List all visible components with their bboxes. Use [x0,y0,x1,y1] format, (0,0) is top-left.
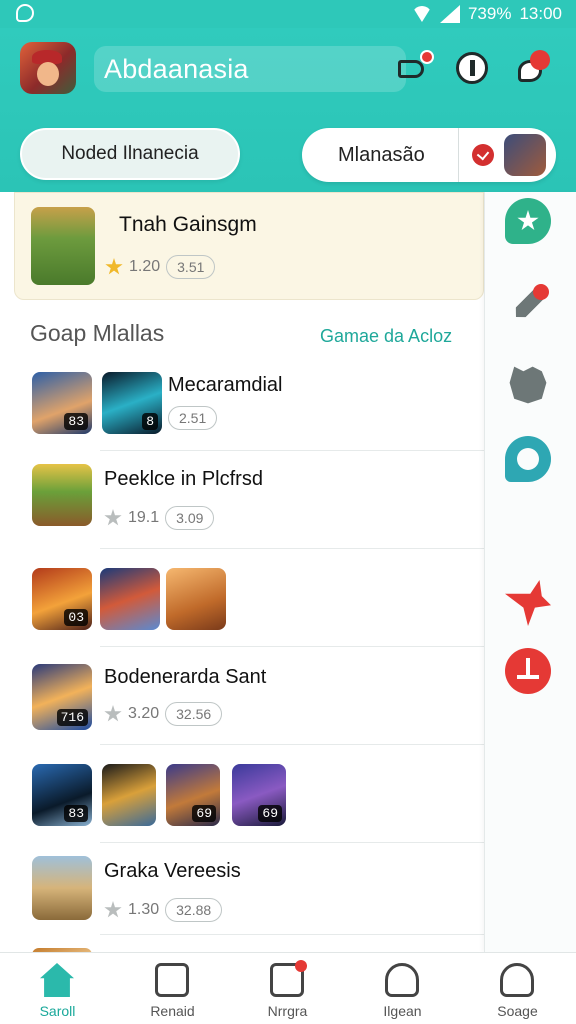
app-header: Abdaanasia Noded Ilnanecia Mlanasão [0,28,576,192]
game-thumbnail: 8 [102,372,162,434]
app-title: Abdaanasia [94,46,406,92]
list-item-rating: 19.1 [128,509,160,526]
game-thumbnail: 83 [32,764,92,826]
pen-icon[interactable] [505,284,551,330]
alert-icon[interactable] [505,648,551,694]
game-thumbnail: 03 [32,568,92,630]
game-thumbnail [32,856,92,920]
star-icon [104,705,122,722]
wifi-icon [412,6,432,22]
home-icon [40,963,74,997]
filter-pill-right[interactable]: Mlanasão [302,128,556,182]
notification-dot [420,50,434,64]
mini-avatar[interactable] [504,134,546,176]
game-thumbnail [102,764,156,826]
puzzle-icon[interactable] [509,366,547,404]
game-thumbnail: 83 [32,372,92,434]
game-thumbnail [32,464,92,526]
star-icon [104,901,122,918]
game-thumbnail: 69 [232,764,286,826]
featured-card[interactable]: Tnah Gainsgm 1.20 3.51 [14,192,484,300]
game-thumbnail: 716 [32,664,92,730]
search-icon[interactable] [454,50,492,88]
game-thumbnail [100,568,160,630]
featured-rating: 1.20 [129,258,161,275]
heart-icon[interactable] [472,144,494,166]
clock: 13:00 [519,4,562,23]
list-item[interactable]: 716 Bodenerarda Sant 3.20 32.56 [0,662,484,746]
nav-item-soage[interactable]: Soage [460,953,575,1024]
frame-icon [155,963,189,997]
list-item[interactable]: Peeklce in Plcfrsd 19.1 3.09 [0,464,484,548]
featured-thumbnail [31,207,95,285]
list-item-rating: 3.20 [128,705,160,722]
list-item-badge: 32.88 [165,898,223,922]
game-list: Tnah Gainsgm 1.20 3.51 Goap Mlallas Gama… [0,192,484,952]
list-item-title: Bodenerarda Sant [104,666,267,688]
nav-item-ilgean[interactable]: Ilgean [345,953,460,1024]
search-user-icon [385,963,419,997]
game-thumbnail: 69 [166,764,220,826]
list-item-badge: 2.51 [168,406,218,430]
list-item-badge: 3.09 [165,506,215,530]
list-item[interactable]: 03 [0,566,484,650]
chat-notification-icon[interactable] [514,50,552,88]
profile-icon [500,963,534,997]
section-title: Goap Mlallas [30,320,165,346]
game-thumbnail [166,568,226,630]
section-link[interactable]: Gamae da Acloz [320,326,452,347]
list-item-title: Peeklce in Plcfrsd [104,468,263,490]
bottom-nav: Saroll Renaid Nrrgra Ilgean Soage [0,952,576,1024]
nav-item-renaid[interactable]: Renaid [115,953,230,1024]
list-item[interactable]: Graka Vereesis 1.30 32.88 [0,856,484,940]
featured-badge: 3.51 [166,255,216,279]
featured-title: Tnah Gainsgm [119,213,257,236]
pill-right-label: Mlanasão [338,144,425,166]
megaphone-icon[interactable] [396,50,434,88]
edit-icon [270,960,307,997]
battery-level: 739% [467,4,512,23]
star-icon [104,509,122,526]
list-item-title: Graka Vereesis [104,860,241,882]
side-rail [484,192,576,952]
chat-icon[interactable] [505,436,551,482]
star-icon[interactable] [505,580,551,626]
nav-item-home[interactable]: Saroll [0,953,115,1024]
list-item[interactable]: 83 8 Mecaramdial 2.51 [0,368,484,452]
list-item-title: Mecaramdial [168,374,283,396]
list-item-badge: 32.56 [165,702,223,726]
notification-status-icon [16,4,34,22]
list-item[interactable]: 83 69 69 [0,764,484,834]
badge-icon[interactable] [505,198,551,244]
filter-pill-left[interactable]: Noded Ilnanecia [20,128,240,180]
nav-item-nrrgra[interactable]: Nrrgra [230,953,345,1024]
status-bar: 739% 13:00 [0,0,576,28]
signal-icon [439,5,460,23]
list-item-rating: 1.30 [128,901,160,918]
star-icon [105,258,123,275]
profile-avatar[interactable] [20,42,76,94]
